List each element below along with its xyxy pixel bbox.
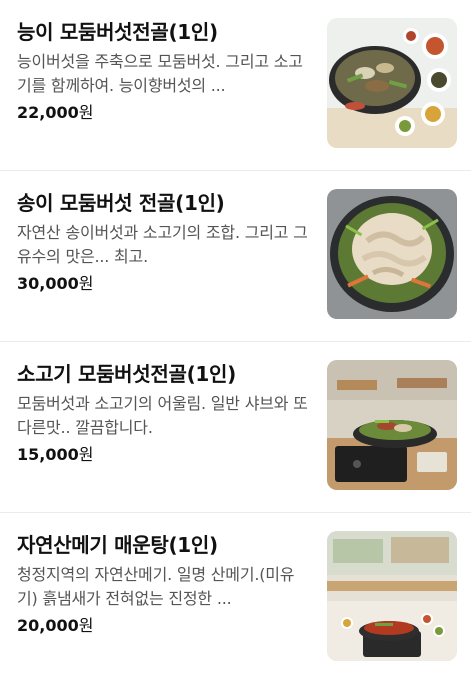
- menu-item-name: 자연산메기 매운탕(1인): [17, 533, 218, 557]
- menu-item-photo[interactable]: [327, 360, 457, 490]
- menu-item[interactable]: 송이 모둠버섯 전골(1인) 자연산 송이버섯과 소고기의 조합. 그리고 그 …: [0, 171, 471, 342]
- menu-item[interactable]: 소고기 모둠버섯전골(1인) 모둠버섯과 소고기의 어울림. 일반 샤브와 또다…: [0, 342, 471, 513]
- menu-item-price: 22,000원: [17, 102, 313, 124]
- menu-item-description: 자연산 송이버섯과 소고기의 조합. 그리고 그 유수의 맛은... 최고.: [17, 223, 308, 266]
- menu-item-description: 능이버섯을 주축으로 모둠버섯. 그리고 소고기를 함께하여. 능이향버섯의 .…: [17, 52, 303, 95]
- price-currency: 원: [78, 274, 94, 293]
- price-currency: 원: [78, 616, 94, 635]
- menu-item-text: 능이 모둠버섯전골(1인) 능이버섯을 주축으로 모둠버섯. 그리고 소고기를 …: [17, 18, 313, 124]
- price-currency: 원: [78, 445, 94, 464]
- price-value: 22,000: [17, 103, 79, 122]
- menu-item-price: 15,000원: [17, 444, 313, 466]
- menu-list: 능이 모둠버섯전골(1인) 능이버섯을 주축으로 모둠버섯. 그리고 소고기를 …: [0, 0, 471, 676]
- menu-item-photo[interactable]: [327, 18, 457, 148]
- menu-item-text: 송이 모둠버섯 전골(1인) 자연산 송이버섯과 소고기의 조합. 그리고 그 …: [17, 189, 313, 295]
- menu-item-photo[interactable]: [327, 531, 457, 661]
- menu-item-name: 송이 모둠버섯 전골(1인): [17, 191, 225, 215]
- songi-hotpot-photo: [327, 189, 457, 319]
- price-value: 30,000: [17, 274, 79, 293]
- catfish-stew-photo: [327, 531, 457, 661]
- price-value: 15,000: [17, 445, 79, 464]
- menu-item-text: 자연산메기 매운탕(1인) 청정지역의 자연산메기. 일명 산메기.(미유기) …: [17, 531, 313, 637]
- beef-hotpot-photo: [327, 360, 457, 490]
- menu-item-price: 30,000원: [17, 273, 313, 295]
- menu-item-photo[interactable]: [327, 189, 457, 319]
- menu-item-text: 소고기 모둠버섯전골(1인) 모둠버섯과 소고기의 어울림. 일반 샤브와 또다…: [17, 360, 313, 466]
- menu-item[interactable]: 자연산메기 매운탕(1인) 청정지역의 자연산메기. 일명 산메기.(미유기) …: [0, 513, 471, 676]
- menu-item-name: 능이 모둠버섯전골(1인): [17, 20, 218, 44]
- mushroom-hotpot-photo: [327, 18, 457, 148]
- menu-item-name: 소고기 모둠버섯전골(1인): [17, 362, 236, 386]
- price-value: 20,000: [17, 616, 79, 635]
- menu-item-description: 모둠버섯과 소고기의 어울림. 일반 샤브와 또다른맛.. 깔끔합니다.: [17, 394, 308, 437]
- price-currency: 원: [78, 103, 94, 122]
- menu-item-price: 20,000원: [17, 615, 313, 637]
- menu-item-description: 청정지역의 자연산메기. 일명 산메기.(미유기) 흙냄새가 전혀없는 진정한 …: [17, 565, 295, 608]
- menu-item[interactable]: 능이 모둠버섯전골(1인) 능이버섯을 주축으로 모둠버섯. 그리고 소고기를 …: [0, 0, 471, 171]
